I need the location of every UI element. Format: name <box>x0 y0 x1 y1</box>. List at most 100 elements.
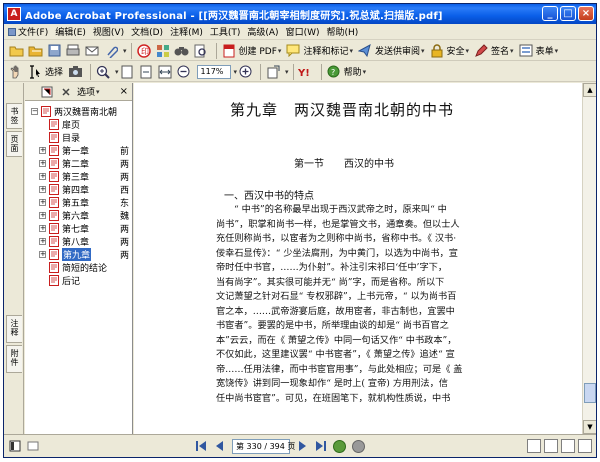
binoculars-icon[interactable] <box>174 43 190 59</box>
open-folder-alt-icon[interactable] <box>27 43 43 59</box>
document-view[interactable]: 第九章 两汉魏晋南北朝的中书 第一节 西汉的中书 一、西汉中书的特点 “ 中书”… <box>134 83 582 434</box>
bookmark-item[interactable]: + 第七章 两 <box>25 222 132 235</box>
zoom-level-input[interactable]: 117% <box>196 64 231 79</box>
chevron-down-icon[interactable]: ▾ <box>285 68 289 76</box>
menu-item[interactable]: 文件(F) <box>8 25 48 38</box>
help-button[interactable]: ? 帮助 ▾ <box>326 64 366 80</box>
bookmark-item[interactable]: 扉页 <box>25 118 132 131</box>
yahoo-icon[interactable]: Y! <box>298 64 314 80</box>
close-panel-icon[interactable]: × <box>120 86 128 97</box>
last-page-icon[interactable] <box>314 439 328 453</box>
security-button[interactable]: 安全 ▾ <box>429 43 469 59</box>
bookmark-item[interactable]: + 第六章 魏 <box>25 209 132 222</box>
menu-item[interactable]: 文档(D) <box>131 25 163 38</box>
zoom-out-circle-icon[interactable] <box>176 64 192 80</box>
menu-item[interactable]: 视图(V) <box>93 25 124 38</box>
continuous-facing-icon[interactable] <box>578 439 592 453</box>
email-icon[interactable] <box>84 43 100 59</box>
bookmark-item[interactable]: + 第二章 两 <box>25 157 132 170</box>
menu-item[interactable]: 窗口(W) <box>286 25 320 38</box>
find-icon[interactable] <box>193 43 209 59</box>
scroll-thumb[interactable] <box>584 383 596 403</box>
expand-icon[interactable]: + <box>39 238 46 245</box>
bookmark-item[interactable]: + 第三章 两 <box>25 170 132 183</box>
snapshot-icon[interactable] <box>67 64 83 80</box>
first-page-icon[interactable] <box>194 439 208 453</box>
new-bookmark-icon[interactable] <box>39 84 55 100</box>
tab-comments[interactable]: 注释 <box>6 315 22 343</box>
bookmark-tree: − 两汉魏晋南北朝 扉页 目录 + 第一章前 + 第二章两 + 第三章两 + 第四章西 + 第五章东 + 第六… <box>25 101 132 287</box>
facing-icon[interactable] <box>561 439 575 453</box>
expand-icon[interactable]: + <box>39 160 46 167</box>
expand-icon[interactable]: + <box>39 173 46 180</box>
tab-bookmarks[interactable]: 书签 <box>6 103 22 129</box>
menu-item[interactable]: 工具(T) <box>210 25 241 38</box>
bookmark-item[interactable]: + 第五章 东 <box>25 196 132 209</box>
actual-size-icon[interactable] <box>119 64 135 80</box>
rotate-view-icon[interactable] <box>265 64 281 80</box>
bookmark-label-overflow: 两 <box>120 251 130 261</box>
forms-button[interactable]: 表单 ▾ <box>518 43 558 59</box>
expand-icon[interactable]: + <box>39 251 46 258</box>
maximize-button[interactable]: □ <box>560 6 576 21</box>
menu-item[interactable]: 编辑(E) <box>55 25 86 38</box>
scroll-down-icon[interactable]: ▼ <box>583 420 596 434</box>
page-size-icon[interactable] <box>26 439 40 453</box>
bookmark-label-overflow: 西 <box>120 186 130 196</box>
comment-markup-button[interactable]: 注释和标记 ▾ <box>285 43 353 59</box>
expand-icon[interactable]: + <box>39 199 46 206</box>
tab-pages[interactable]: 页面 <box>6 131 22 157</box>
delete-bookmark-icon[interactable] <box>58 84 74 100</box>
bookmark-item[interactable]: 简短的结论 <box>25 261 132 274</box>
next-page-icon[interactable] <box>296 439 310 453</box>
organize-icon[interactable] <box>155 43 171 59</box>
expand-icon[interactable]: + <box>39 212 46 219</box>
hand-tool-icon[interactable] <box>8 64 24 80</box>
bookmark-item[interactable]: + 第一章 前 <box>25 144 132 157</box>
attach-icon[interactable] <box>103 43 119 59</box>
sign-button[interactable]: 签名 ▾ <box>473 43 514 59</box>
chevron-down-icon[interactable]: ▾ <box>123 47 127 55</box>
lock-icon <box>429 43 445 59</box>
create-pdf-button[interactable]: 创建 PDF ▾ <box>221 43 281 59</box>
zoom-in-icon[interactable] <box>95 64 111 80</box>
single-page-icon[interactable] <box>527 439 541 453</box>
scroll-up-icon[interactable]: ▲ <box>583 83 596 97</box>
continuous-icon[interactable] <box>544 439 558 453</box>
bookmark-item[interactable]: + 第九章 两 <box>25 248 132 261</box>
bookmark-label-overflow: 两 <box>120 160 130 170</box>
previous-page-icon[interactable] <box>212 439 226 453</box>
print-icon[interactable] <box>65 43 81 59</box>
bookmark-item[interactable]: − 两汉魏晋南北朝 <box>25 105 132 118</box>
expand-icon[interactable]: + <box>39 186 46 193</box>
vertical-scrollbar[interactable]: ▲ ▼ <box>582 83 596 434</box>
bookmark-item[interactable]: + 第八章 两 <box>25 235 132 248</box>
collapse-icon[interactable]: − <box>31 108 38 115</box>
menu-item[interactable]: 帮助(H) <box>327 25 359 38</box>
open-folder-icon[interactable] <box>8 43 24 59</box>
bookmark-item[interactable]: + 第四章 西 <box>25 183 132 196</box>
save-icon[interactable] <box>46 43 62 59</box>
stamp-icon[interactable]: 印 <box>136 43 152 59</box>
expand-icon[interactable]: + <box>39 225 46 232</box>
menu-item[interactable]: 高级(A) <box>247 25 278 38</box>
zoom-in-circle-icon[interactable] <box>237 64 253 80</box>
fit-page-icon[interactable] <box>138 64 154 80</box>
title-bar[interactable]: A Adobe Acrobat Professional - [[两汉魏晋南北朝… <box>4 4 596 24</box>
bookmark-item[interactable]: 目录 <box>25 131 132 144</box>
page-number-input[interactable]: 第 330 / 394 页 <box>232 438 295 454</box>
bookmark-item[interactable]: 后记 <box>25 274 132 287</box>
menu-item[interactable]: 注释(M) <box>170 25 203 38</box>
expand-icon[interactable]: + <box>39 147 46 154</box>
send-review-button[interactable]: 发送供审阅 ▾ <box>357 43 425 59</box>
next-view-icon[interactable] <box>352 439 365 453</box>
previous-view-icon[interactable] <box>333 439 346 453</box>
fit-width-icon[interactable] <box>157 64 173 80</box>
options-menu[interactable]: 选项 <box>77 85 95 98</box>
chevron-down-icon[interactable]: ▾ <box>96 88 100 96</box>
close-button[interactable]: × <box>578 6 594 21</box>
page-layout-icon[interactable] <box>8 439 22 453</box>
select-tool-button[interactable]: 选择 <box>27 64 63 80</box>
minimize-button[interactable]: _ <box>542 6 558 21</box>
tab-attachments[interactable]: 附件 <box>6 345 22 373</box>
